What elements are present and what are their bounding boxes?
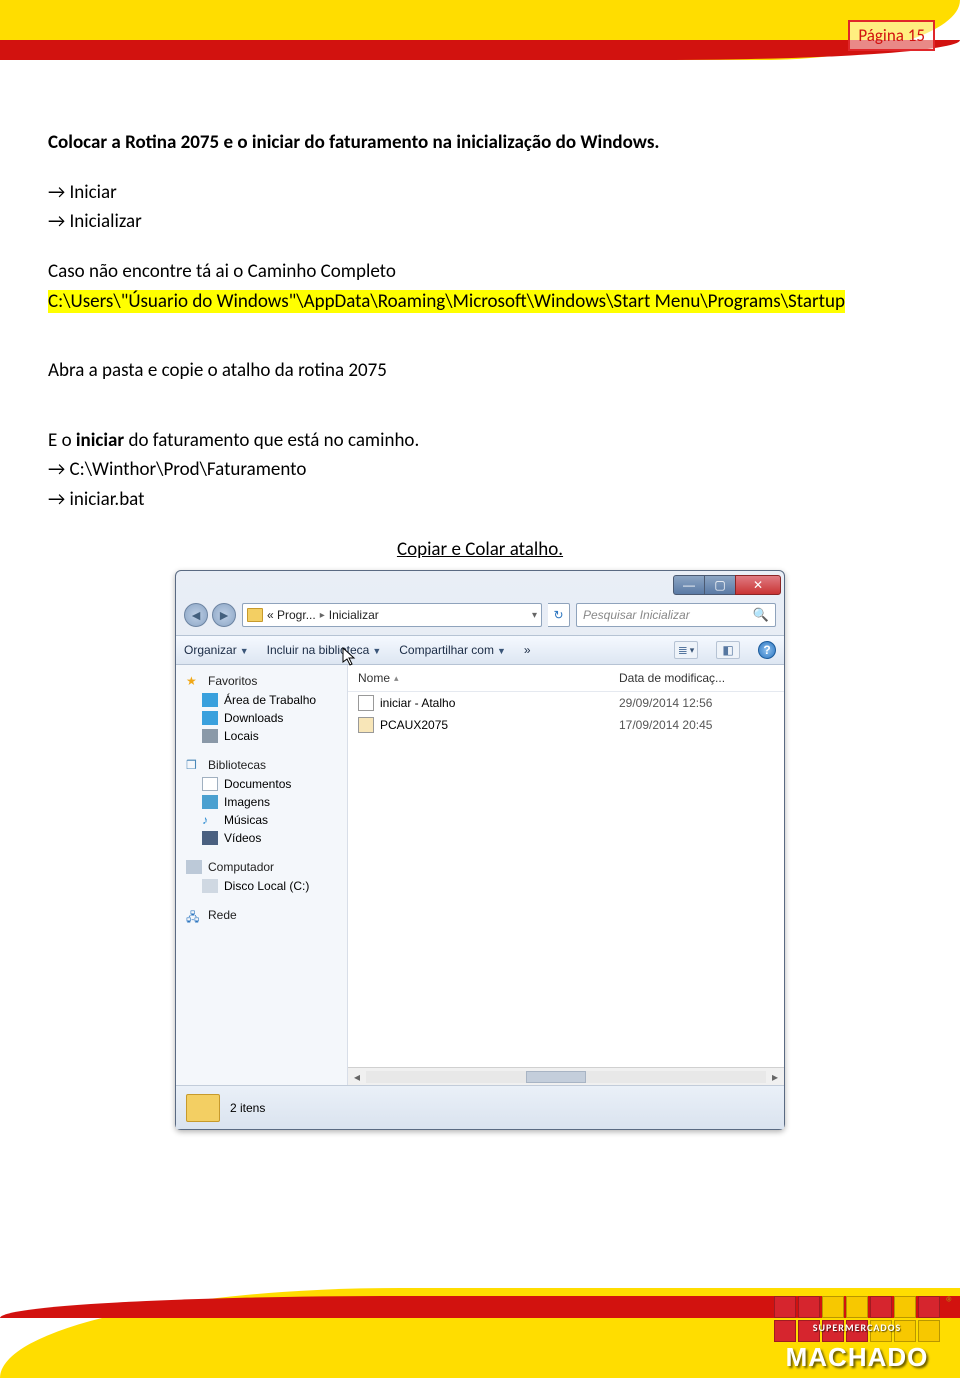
sidebar-item-music[interactable]: ♪Músicas	[176, 811, 347, 829]
sidebar-item-disk-c[interactable]: Disco Local (C:)	[176, 877, 347, 895]
note-text: Caso não encontre tá ai o Caminho Comple…	[48, 259, 912, 285]
network-icon: 🖧	[186, 908, 202, 922]
file-date: 29/09/2014 12:56	[619, 696, 774, 710]
explorer-sidebar: ★Favoritos Área de Trabalho Downloads Lo…	[176, 665, 348, 1085]
sidebar-item-videos[interactable]: Vídeos	[176, 829, 347, 847]
refresh-button[interactable]: ↻	[548, 603, 570, 627]
cursor-icon	[342, 647, 356, 667]
desktop-icon	[202, 693, 218, 707]
sort-caret-icon: ▴	[394, 673, 399, 684]
registered-icon: ®	[946, 1294, 954, 1313]
chevron-down-icon: ▼	[240, 646, 249, 656]
nav-back-button[interactable]: ◄	[184, 603, 208, 627]
toolbar-organize[interactable]: Organizar▼	[184, 643, 249, 657]
window-maximize-button[interactable]: ▢	[704, 575, 736, 595]
sidebar-favorites[interactable]: ★Favoritos	[176, 671, 347, 691]
file-row[interactable]: PCAUX2075 17/09/2014 20:45	[348, 714, 784, 736]
file-row[interactable]: iniciar - Atalho 29/09/2014 12:56	[348, 692, 784, 714]
document-content: Colocar a Rotina 2075 e o iniciar do fat…	[0, 80, 960, 562]
file-name: PCAUX2075	[380, 718, 619, 732]
image-icon	[202, 795, 218, 809]
star-icon: ★	[186, 674, 202, 688]
horizontal-scrollbar[interactable]: ◂ ▸	[348, 1067, 784, 1085]
bottom-banner: ® SUPERMERCADOS MACHADO	[0, 1248, 960, 1378]
search-placeholder: Pesquisar Inicializar	[583, 608, 690, 622]
sidebar-item-locations[interactable]: Locais	[176, 727, 347, 745]
toolbar-more[interactable]: »	[524, 643, 531, 657]
music-icon: ♪	[202, 813, 218, 827]
chevron-down-icon: ▼	[372, 646, 381, 656]
toolbar-include[interactable]: Incluir na biblioteca▼	[267, 643, 382, 657]
top-banner: Página 15	[0, 0, 960, 80]
search-input[interactable]: Pesquisar Inicializar 🔍	[576, 603, 776, 627]
logo-name: MACHADO	[774, 1344, 940, 1370]
sidebar-libraries[interactable]: ❒Bibliotecas	[176, 755, 347, 775]
highlighted-path: C:\Users\"Úsuario do Windows"\AppData\Ro…	[48, 289, 912, 315]
banner-red	[0, 40, 960, 60]
disk-icon	[202, 879, 218, 893]
logo-super: SUPERMERCADOS	[774, 1321, 940, 1334]
folder-icon	[247, 608, 263, 622]
library-icon: ❒	[186, 758, 202, 772]
file-date: 17/09/2014 20:45	[619, 718, 774, 732]
scroll-left-icon[interactable]: ◂	[348, 1070, 366, 1084]
breadcrumb-seg-2: Inicializar	[329, 608, 379, 622]
chevron-down-icon: ▼	[497, 646, 506, 656]
sidebar-item-images[interactable]: Imagens	[176, 793, 347, 811]
window-close-button[interactable]: ✕	[735, 575, 781, 595]
document-icon	[202, 777, 218, 791]
column-headers[interactable]: Nome ▴ Data de modificaç...	[348, 665, 784, 692]
locations-icon	[202, 729, 218, 743]
sidebar-computer[interactable]: Computador	[176, 857, 347, 877]
computer-icon	[186, 860, 202, 874]
page-number: Página 15	[848, 20, 935, 51]
file-name: iniciar - Atalho	[380, 696, 619, 710]
step-inicializar: → Inicializar	[48, 209, 912, 235]
file-area: Nome ▴ Data de modificaç... iniciar - At…	[348, 665, 784, 1085]
nav-forward-button[interactable]: ►	[212, 603, 236, 627]
search-icon: 🔍	[753, 607, 769, 623]
sidebar-network[interactable]: 🖧Rede	[176, 905, 347, 925]
toolbar-share[interactable]: Compartilhar com▼	[399, 643, 506, 657]
col-name: Nome	[358, 671, 390, 685]
file-list[interactable]: iniciar - Atalho 29/09/2014 12:56 PCAUX2…	[348, 692, 784, 1067]
explorer-toolbar: Organizar▼ Incluir na biblioteca▼ Compar…	[176, 635, 784, 665]
help-button[interactable]: ?	[758, 641, 776, 659]
scroll-right-icon[interactable]: ▸	[766, 1070, 784, 1084]
step-iniciar: → Iniciar	[48, 180, 912, 206]
iniciar-line: E o iniciar do faturamento que está no c…	[48, 428, 912, 454]
chevron-right-icon: ▸	[320, 610, 325, 621]
downloads-icon	[202, 711, 218, 725]
video-icon	[202, 831, 218, 845]
window-titlebar: — ▢ ✕	[176, 571, 784, 599]
window-minimize-button[interactable]: —	[673, 575, 705, 595]
scroll-thumb[interactable]	[526, 1071, 586, 1083]
view-options-button[interactable]: ≣▾	[674, 641, 698, 659]
sidebar-item-documents[interactable]: Documentos	[176, 775, 347, 793]
nav-bar: ◄ ► « Progr... ▸ Inicializar ▾ ↻ Pesquis…	[176, 599, 784, 635]
path-2: → C:\Winthor\Prod\Faturamento	[48, 457, 912, 483]
col-date: Data de modificaç...	[619, 671, 774, 685]
preview-pane-button[interactable]: ◧	[716, 641, 740, 659]
logo-grid	[774, 1296, 940, 1342]
logo: ® SUPERMERCADOS MACHADO	[774, 1296, 940, 1370]
copy-paste-text: Copiar e Colar atalho.	[48, 537, 912, 563]
scroll-track[interactable]	[366, 1071, 766, 1083]
file-iniciar-bat: → iniciar.bat	[48, 487, 912, 513]
chevron-down-icon[interactable]: ▾	[532, 610, 537, 621]
heading: Colocar a Rotina 2075 e o iniciar do fat…	[48, 130, 912, 156]
open-folder-text: Abra a pasta e copie o atalho da rotina …	[48, 358, 912, 384]
explorer-window: — ▢ ✕ ◄ ► « Progr... ▸ Inicializar ▾ ↻ P…	[175, 570, 785, 1130]
folder-icon	[186, 1094, 220, 1122]
breadcrumb-seg-1: « Progr...	[267, 608, 316, 622]
shortcut-icon	[358, 695, 374, 711]
breadcrumb[interactable]: « Progr... ▸ Inicializar ▾	[242, 603, 542, 627]
sidebar-item-desktop[interactable]: Área de Trabalho	[176, 691, 347, 709]
application-icon	[358, 717, 374, 733]
sidebar-item-downloads[interactable]: Downloads	[176, 709, 347, 727]
status-text: 2 itens	[230, 1101, 265, 1115]
status-bar: 2 itens	[176, 1085, 784, 1129]
